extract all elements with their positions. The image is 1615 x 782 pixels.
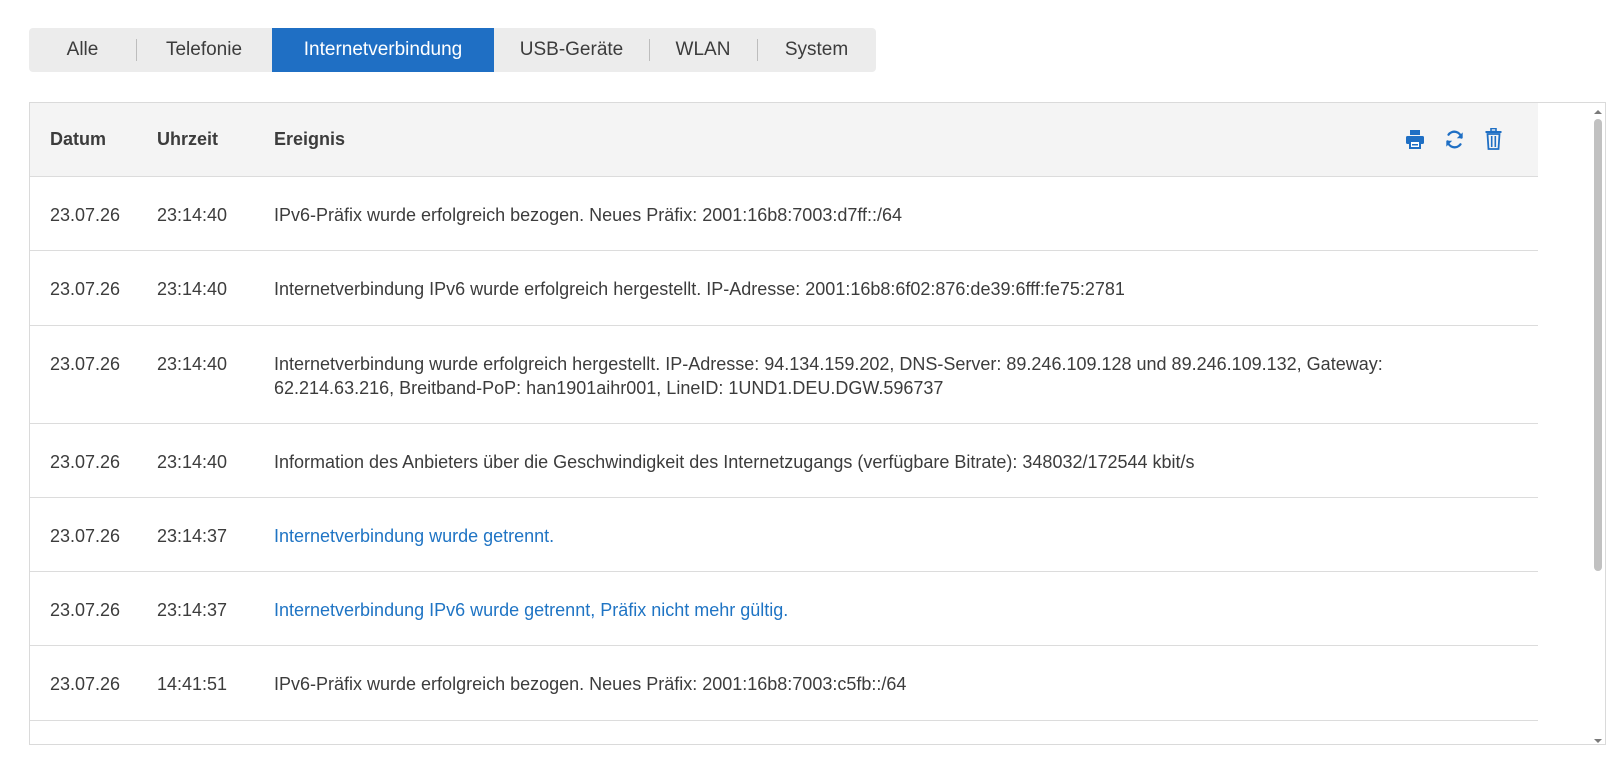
scroll-up-arrow-icon[interactable] (1593, 104, 1603, 114)
tab-bar: Alle Telefonie Internetverbindung USB-Ge… (29, 28, 876, 72)
tab-label: Internetverbindung (303, 39, 463, 60)
scroll-down-arrow-icon[interactable] (1593, 733, 1603, 743)
table-header: Datum Uhrzeit Ereignis (30, 103, 1538, 177)
print-icon[interactable] (1404, 127, 1426, 151)
cell-time: 23:14:40 (157, 452, 228, 472)
table-row: 23.07.26 23:14:40 Internetverbindung IPv… (30, 251, 1538, 326)
tab-label: WLAN (675, 39, 731, 60)
cell-time: 23:14:40 (157, 205, 228, 225)
cell-date: 23.07.26 (50, 600, 121, 620)
tab-telefonie[interactable]: Telefonie (136, 28, 272, 72)
trash-icon[interactable] (1482, 127, 1504, 151)
cell-date: 23.07.26 (50, 205, 121, 225)
column-header-date: Datum (50, 129, 107, 149)
cell-time: 14:41:51 (157, 674, 228, 694)
cell-date: 23.07.26 (50, 354, 121, 374)
cell-date: 23.07.26 (50, 279, 121, 299)
tab-label: USB-Geräte (519, 39, 624, 60)
tab-wlan[interactable]: WLAN (649, 28, 757, 72)
tab-system[interactable]: System (757, 28, 876, 72)
cell-event: IPv6-Präfix wurde erfolgreich bezogen. N… (274, 674, 907, 694)
cell-time: 23:14:40 (157, 354, 228, 374)
cell-date: 23.07.26 (50, 674, 121, 694)
event-link[interactable]: Internetverbindung IPv6 wurde getrennt, … (274, 598, 1424, 622)
cell-time: 23:14:37 (157, 600, 228, 620)
scrollbar-thumb[interactable] (1594, 119, 1602, 571)
cell-date: 23.07.26 (50, 452, 121, 472)
table-actions (1404, 127, 1504, 151)
tab-label: System (784, 39, 849, 60)
tab-usb-geraete[interactable]: USB-Geräte (494, 28, 649, 72)
tab-alle[interactable]: Alle (29, 28, 136, 72)
column-header-time: Uhrzeit (157, 129, 219, 149)
table-row: 23.07.26 23:14:40 Internetverbindung wur… (30, 326, 1538, 424)
tab-label: Alle (66, 39, 99, 60)
column-header-event: Ereignis (274, 129, 346, 149)
refresh-icon[interactable] (1443, 127, 1465, 151)
cell-event: Internetverbindung IPv6 wurde erfolgreic… (274, 279, 1125, 299)
table-row: 23.07.26 23:14:37 Internetverbindung IPv… (30, 572, 1538, 646)
tab-label: Telefonie (165, 39, 243, 60)
cell-event: IPv6-Präfix wurde erfolgreich bezogen. N… (274, 205, 903, 225)
table-row: 23.07.26 14:41:51 IPv6-Präfix wurde erfo… (30, 646, 1538, 721)
cell-time: 23:14:37 (157, 526, 228, 546)
table-row: 23.07.26 23:14:40 Information des Anbiet… (30, 424, 1538, 498)
cell-date: 23.07.26 (50, 526, 121, 546)
cell-event: Internetverbindung wurde erfolgreich her… (274, 354, 1383, 398)
event-link[interactable]: Internetverbindung wurde getrennt. (274, 524, 1424, 548)
event-log-panel: Datum Uhrzeit Ereignis 23.07.26 23:14:40… (29, 102, 1606, 745)
cell-event: Information des Anbieters über die Gesch… (274, 452, 1195, 472)
table-row: 23.07.26 23:14:37 Internetverbindung wur… (30, 498, 1538, 572)
tab-internetverbindung[interactable]: Internetverbindung (272, 28, 494, 72)
cell-time: 23:14:40 (157, 279, 228, 299)
table-row: 23.07.26 23:14:40 IPv6-Präfix wurde erfo… (30, 177, 1538, 251)
